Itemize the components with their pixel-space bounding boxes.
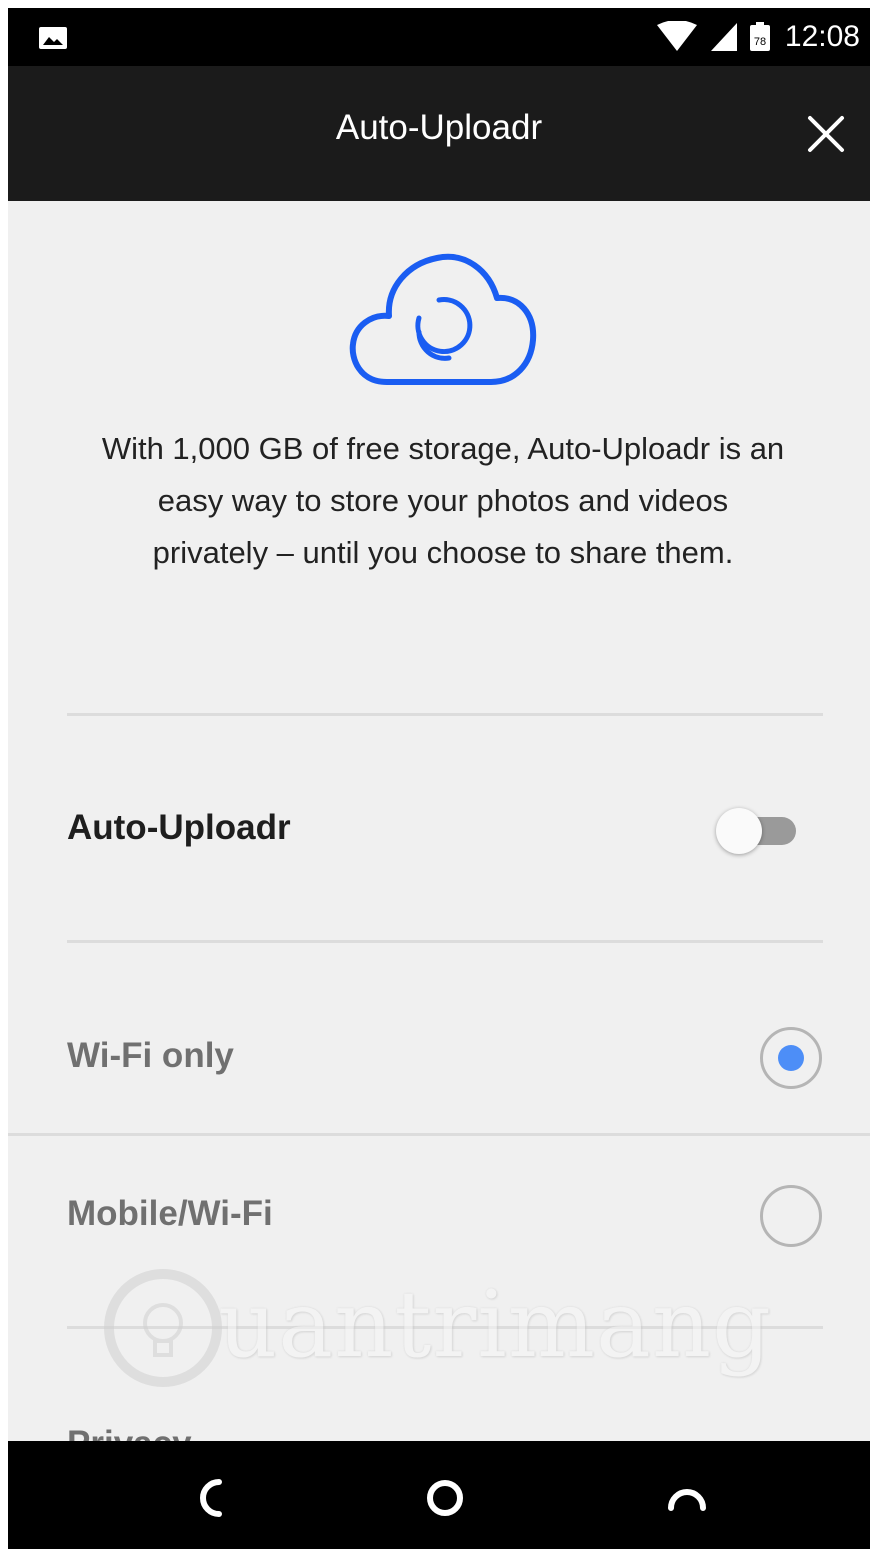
page-title: Auto-Uploadr xyxy=(335,108,543,147)
divider xyxy=(8,1133,870,1136)
status-time: 12:08 xyxy=(784,20,860,53)
recents-button[interactable] xyxy=(652,1463,722,1533)
calendar-icon: 78 xyxy=(749,22,770,51)
cell-signal-icon xyxy=(710,23,737,51)
cloud-sync-icon xyxy=(349,253,537,385)
mobile-wifi-radio[interactable] xyxy=(760,1185,822,1247)
divider xyxy=(67,713,823,716)
intro-text: With 1,000 GB of free storage, Auto-Uplo… xyxy=(101,431,785,570)
back-button[interactable] xyxy=(176,1463,246,1533)
radio-selected-dot xyxy=(778,1045,804,1071)
toggle-thumb xyxy=(716,808,762,854)
wifi-icon xyxy=(656,21,697,51)
home-button[interactable] xyxy=(410,1463,480,1533)
divider xyxy=(67,1326,823,1329)
calendar-day-text: 78 xyxy=(754,36,766,48)
nav-bar xyxy=(8,1441,870,1549)
image-notification-icon xyxy=(39,27,67,49)
auto-uploadr-label: Auto-Uploadr xyxy=(67,808,291,847)
status-icons: 78 12:08 xyxy=(655,8,860,66)
recents-icon xyxy=(668,1489,706,1511)
watermark-text: uantrimang xyxy=(218,1271,772,1378)
mobile-wifi-label: Mobile/Wi-Fi xyxy=(67,1194,273,1233)
back-icon xyxy=(200,1479,222,1517)
wifi-only-label: Wi-Fi only xyxy=(67,1036,234,1075)
app-bar: Auto-Uploadr xyxy=(8,66,870,201)
screen: 78 12:08 Auto-Uploadr With 1,000 GB of f… xyxy=(8,8,870,1549)
divider xyxy=(67,940,823,943)
home-icon xyxy=(427,1480,463,1516)
auto-uploadr-toggle[interactable] xyxy=(716,808,798,854)
status-bar: 78 12:08 xyxy=(8,8,870,66)
close-icon[interactable] xyxy=(802,110,850,158)
wifi-only-radio[interactable] xyxy=(760,1027,822,1089)
